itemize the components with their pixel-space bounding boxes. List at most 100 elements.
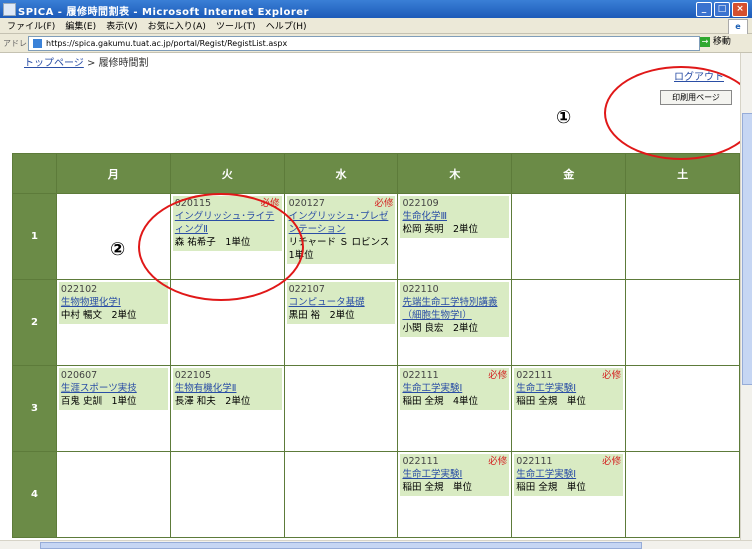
course-code-line: 022102: [61, 283, 166, 296]
required-badge: 必修: [488, 456, 508, 467]
timetable-slot: 022102 生物物理化学Ⅰ 中村 暢文 2単位: [55, 279, 171, 366]
breadcrumb-current: 履修時間割: [98, 58, 149, 69]
course-title-link[interactable]: 生命工学実験Ⅰ: [402, 382, 507, 395]
course-title-link[interactable]: 生物物理化学Ⅰ: [61, 296, 166, 309]
timetable-slot: [511, 279, 627, 366]
windows-flag-icon: e: [728, 19, 748, 35]
course-entry: 022107 コンピュータ基礎 黒田 裕 2単位: [286, 282, 396, 324]
period-label: 4: [12, 451, 57, 538]
course-code: 022109: [402, 198, 439, 209]
timetable-slot: 必修 022111 生命工学実験Ⅰ 稲田 全規 単位: [397, 451, 513, 538]
maximize-button[interactable]: □: [714, 2, 730, 17]
course-code-line: 必修 022111: [402, 369, 507, 382]
course-instructor-credits: 稲田 全規 単位: [402, 482, 472, 493]
breadcrumb: トップページ > 履修時間割: [24, 54, 149, 69]
course-code-line: 022105: [175, 369, 280, 382]
course-instructor-credits: リチャード Ｓ ロビンス 1単位: [288, 237, 399, 261]
course-title-link[interactable]: 生命工学実験Ⅰ: [516, 468, 621, 481]
timetable-slot: [283, 365, 399, 452]
course-instructor-credits: 松岡 英明 2単位: [402, 224, 479, 235]
timetable-slot: 020607 生涯スポーツ実技 百鬼 史訓 1単位: [55, 365, 171, 452]
course-code-line: 022109: [402, 197, 507, 210]
course-code-line: 必修 022111: [402, 455, 507, 468]
period-row: 4 必修 022111 生命工学実験Ⅰ 稲田 全規 単位 必修 022111 生命工学実験Ⅰ 稲…: [12, 451, 740, 538]
address-input[interactable]: https://spica.gakumu.tuat.ac.jp/portal/R…: [28, 36, 700, 51]
menu-favorites[interactable]: お気に入り(A): [148, 19, 206, 32]
course-code: 022111: [402, 370, 439, 381]
course-code: 020127: [288, 198, 325, 209]
breadcrumb-separator: >: [83, 58, 99, 69]
timetable-slot: [625, 365, 740, 452]
course-entry: 必修 022111 生命工学実験Ⅰ 稲田 全規 単位: [400, 454, 510, 496]
course-instructor-credits: 稲田 全規 単位: [516, 482, 586, 493]
course-title-link[interactable]: 生命工学実験Ⅰ: [402, 468, 507, 481]
course-title-link[interactable]: 生命工学実験Ⅰ: [516, 382, 621, 395]
day-header: 月: [55, 153, 171, 194]
course-instructor-credits: 稲田 全規 単位: [516, 396, 586, 407]
course-entry: 022105 生物有機化学Ⅱ 長澤 和夫 2単位: [172, 368, 282, 410]
timetable-slot: [511, 193, 627, 280]
period-row: 3 020607 生涯スポーツ実技 百鬼 史訓 1単位 022105 生物有機化学Ⅱ 長澤 …: [12, 365, 740, 452]
course-title-link[interactable]: コンピュータ基礎: [289, 296, 394, 309]
timetable-slot: 022109 生命化学Ⅲ 松岡 英明 2単位: [397, 193, 513, 280]
course-instructor-credits: 百鬼 史訓 1単位: [60, 396, 137, 407]
menu-view[interactable]: 表示(V): [106, 19, 137, 32]
course-title-link[interactable]: 先端生命工学特別講義（細胞生物学Ⅰ）: [402, 296, 507, 322]
breadcrumb-top-link[interactable]: トップページ: [24, 58, 84, 69]
day-header: 水: [283, 153, 399, 194]
course-title-link[interactable]: イングリッシュ･プレゼンテーション: [289, 210, 394, 236]
course-entry: 必修 022111 生命工学実験Ⅰ 稲田 全規 4単位: [400, 368, 510, 410]
menu-bar: ファイル(F) 編集(E) 表示(V) お気に入り(A) ツール(T) ヘルプ(…: [0, 18, 752, 35]
course-entry: 022110 先端生命工学特別講義（細胞生物学Ⅰ） 小関 良宏 2単位: [400, 282, 510, 337]
annotation-marker-2: ②: [110, 239, 126, 260]
period-row: 2 022102 生物物理化学Ⅰ 中村 暢文 2単位 022107 コンピュータ基礎 黒田 …: [12, 279, 740, 366]
course-entry: 必修 022111 生命工学実験Ⅰ 稲田 全規 単位: [514, 368, 624, 410]
menu-help[interactable]: ヘルプ(H): [266, 19, 307, 32]
page-content: トップページ > 履修時間割 ログアウト 印刷用ページ 月 火 水 木 金 土 …: [0, 53, 740, 540]
go-label: 移動: [712, 37, 731, 47]
timetable-slot: [625, 193, 740, 280]
menu-tools[interactable]: ツール(T): [216, 19, 256, 32]
corner-cell: [12, 153, 57, 194]
course-code: 022105: [174, 370, 212, 381]
course-code: 020607: [60, 370, 98, 381]
timetable-slot: [169, 451, 285, 538]
course-title-link[interactable]: 生命化学Ⅲ: [402, 210, 507, 223]
required-badge: 必修: [374, 198, 394, 209]
course-instructor-credits: 中村 暢文 2単位: [60, 310, 137, 321]
required-badge: 必修: [602, 370, 622, 381]
course-title-link[interactable]: 生涯スポーツ実技: [61, 382, 166, 395]
annotation-circle-1: [604, 66, 740, 160]
required-badge: 必修: [488, 370, 508, 381]
menu-file[interactable]: ファイル(F): [7, 19, 55, 32]
window-title: SPICA - 履修時間割表 - Microsoft Internet Expl…: [18, 7, 309, 18]
timetable-slot: 022110 先端生命工学特別講義（細胞生物学Ⅰ） 小関 良宏 2単位: [397, 279, 513, 366]
period-label: 3: [12, 365, 57, 452]
vertical-scrollbar[interactable]: [740, 53, 752, 540]
ie-icon: [3, 3, 16, 16]
course-instructor-credits: 黒田 裕 2単位: [288, 310, 355, 321]
day-header: 火: [169, 153, 285, 194]
minimize-button[interactable]: _: [696, 2, 712, 17]
address-url: https://spica.gakumu.tuat.ac.jp/portal/R…: [46, 39, 288, 48]
course-entry: 必修 022111 生命工学実験Ⅰ 稲田 全規 単位: [514, 454, 624, 496]
period-label: 2: [12, 279, 57, 366]
course-code: 022110: [402, 284, 439, 295]
day-header: 金: [511, 153, 627, 194]
go-button[interactable]: → 移動: [700, 36, 736, 49]
period-row: 1 必修 020115 イングリッシュ･ライティングⅡ 森 祐希子 1単位 必修 02012…: [12, 193, 740, 280]
course-title-link[interactable]: 生物有機化学Ⅱ: [175, 382, 280, 395]
timetable-slot: [625, 451, 740, 538]
vertical-scroll-thumb[interactable]: [742, 113, 752, 385]
course-code-line: 必修 022111: [516, 455, 621, 468]
address-bar: アドレス(D) https://spica.gakumu.tuat.ac.jp/…: [0, 34, 752, 53]
timetable-slot: 022105 生物有機化学Ⅱ 長澤 和夫 2単位: [169, 365, 285, 452]
timetable-slot: 必修 022111 生命工学実験Ⅰ 稲田 全規 単位: [511, 451, 627, 538]
day-header-row: 月 火 水 木 金 土: [12, 153, 740, 194]
course-entry: 022102 生物物理化学Ⅰ 中村 暢文 2単位: [58, 282, 168, 324]
course-instructor-credits: 長澤 和夫 2単位: [174, 396, 251, 407]
menu-edit[interactable]: 編集(E): [65, 19, 96, 32]
page-icon: [33, 39, 42, 48]
close-button[interactable]: ×: [732, 2, 748, 17]
timetable-slot: 必修 022111 生命工学実験Ⅰ 稲田 全規 4単位: [397, 365, 513, 452]
